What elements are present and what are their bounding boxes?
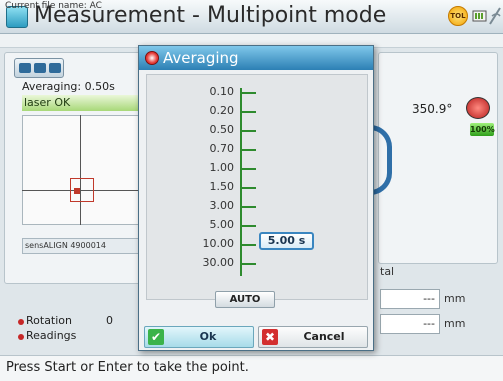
option-label[interactable]: 0.70 [176, 142, 235, 155]
quality-badge: 100% [470, 123, 495, 136]
checkmark-icon: ✔ [148, 329, 164, 345]
sensor-id: sensALIGN 4900014 [22, 238, 140, 254]
result-unit-1: mm [444, 292, 466, 305]
rotation-value: 0 [106, 314, 113, 327]
rotation-angle: 350.9° [412, 102, 453, 116]
status-message: Press Start or Enter to take the point. [6, 360, 249, 375]
rotation-label: Rotation [26, 314, 73, 327]
option-tick [241, 187, 256, 189]
result-field-1: --- [380, 289, 440, 309]
option-label[interactable]: 10.00 [176, 237, 235, 250]
rotation-indicator [18, 319, 24, 325]
inclinometer-icon [466, 97, 490, 119]
crosshair-vertical [80, 115, 81, 225]
option-tick [241, 168, 256, 170]
result-unit-2: mm [444, 317, 466, 330]
tolerance-icon[interactable]: TOL [448, 6, 468, 26]
option-label[interactable]: 3.00 [176, 199, 235, 212]
total-label: tal [380, 265, 395, 278]
sensor-view-buttons[interactable] [14, 58, 64, 78]
option-tick [241, 263, 256, 265]
current-file-name: Current file name: AC [5, 1, 102, 11]
machine-panel [378, 52, 498, 264]
cancel-label: Cancel [303, 330, 345, 343]
option-label[interactable]: 1.50 [176, 180, 235, 193]
laser-point-marker [74, 188, 80, 194]
option-tick [241, 225, 256, 227]
option-tick [241, 206, 256, 208]
auto-button[interactable]: AUTO [215, 291, 275, 308]
option-label[interactable]: 0.10 [176, 85, 235, 98]
sensor-button-middle[interactable] [34, 63, 46, 73]
laser-target-view [22, 115, 140, 225]
option-tick [241, 244, 256, 246]
option-tick [241, 149, 256, 151]
result-field-2: --- [380, 314, 440, 334]
readings-label: Readings [26, 329, 77, 342]
option-label[interactable]: 0.50 [176, 123, 235, 136]
sensor-button-left[interactable] [19, 63, 31, 73]
option-tick [241, 130, 256, 132]
ok-label: Ok [199, 330, 217, 343]
option-tick [241, 92, 256, 94]
option-tick [241, 111, 256, 113]
close-icon: ✖ [262, 329, 278, 345]
option-label[interactable]: 5.00 [176, 218, 235, 231]
averaging-status: Averaging: 0.50s [22, 80, 115, 93]
signal-icon [489, 7, 501, 25]
dialog-title: Averaging [163, 49, 239, 67]
laser-status: laser OK [22, 95, 140, 111]
option-label[interactable]: 1.00 [176, 161, 235, 174]
option-label[interactable]: 0.20 [176, 104, 235, 117]
readings-indicator [18, 334, 24, 340]
sensor-button-right[interactable] [49, 63, 61, 73]
scale-line [240, 88, 242, 276]
selected-value-indicator[interactable]: 5.00 s [259, 232, 314, 250]
battery-icon [472, 10, 487, 22]
averaging-icon [145, 51, 159, 65]
option-label[interactable]: 30.00 [176, 256, 235, 269]
